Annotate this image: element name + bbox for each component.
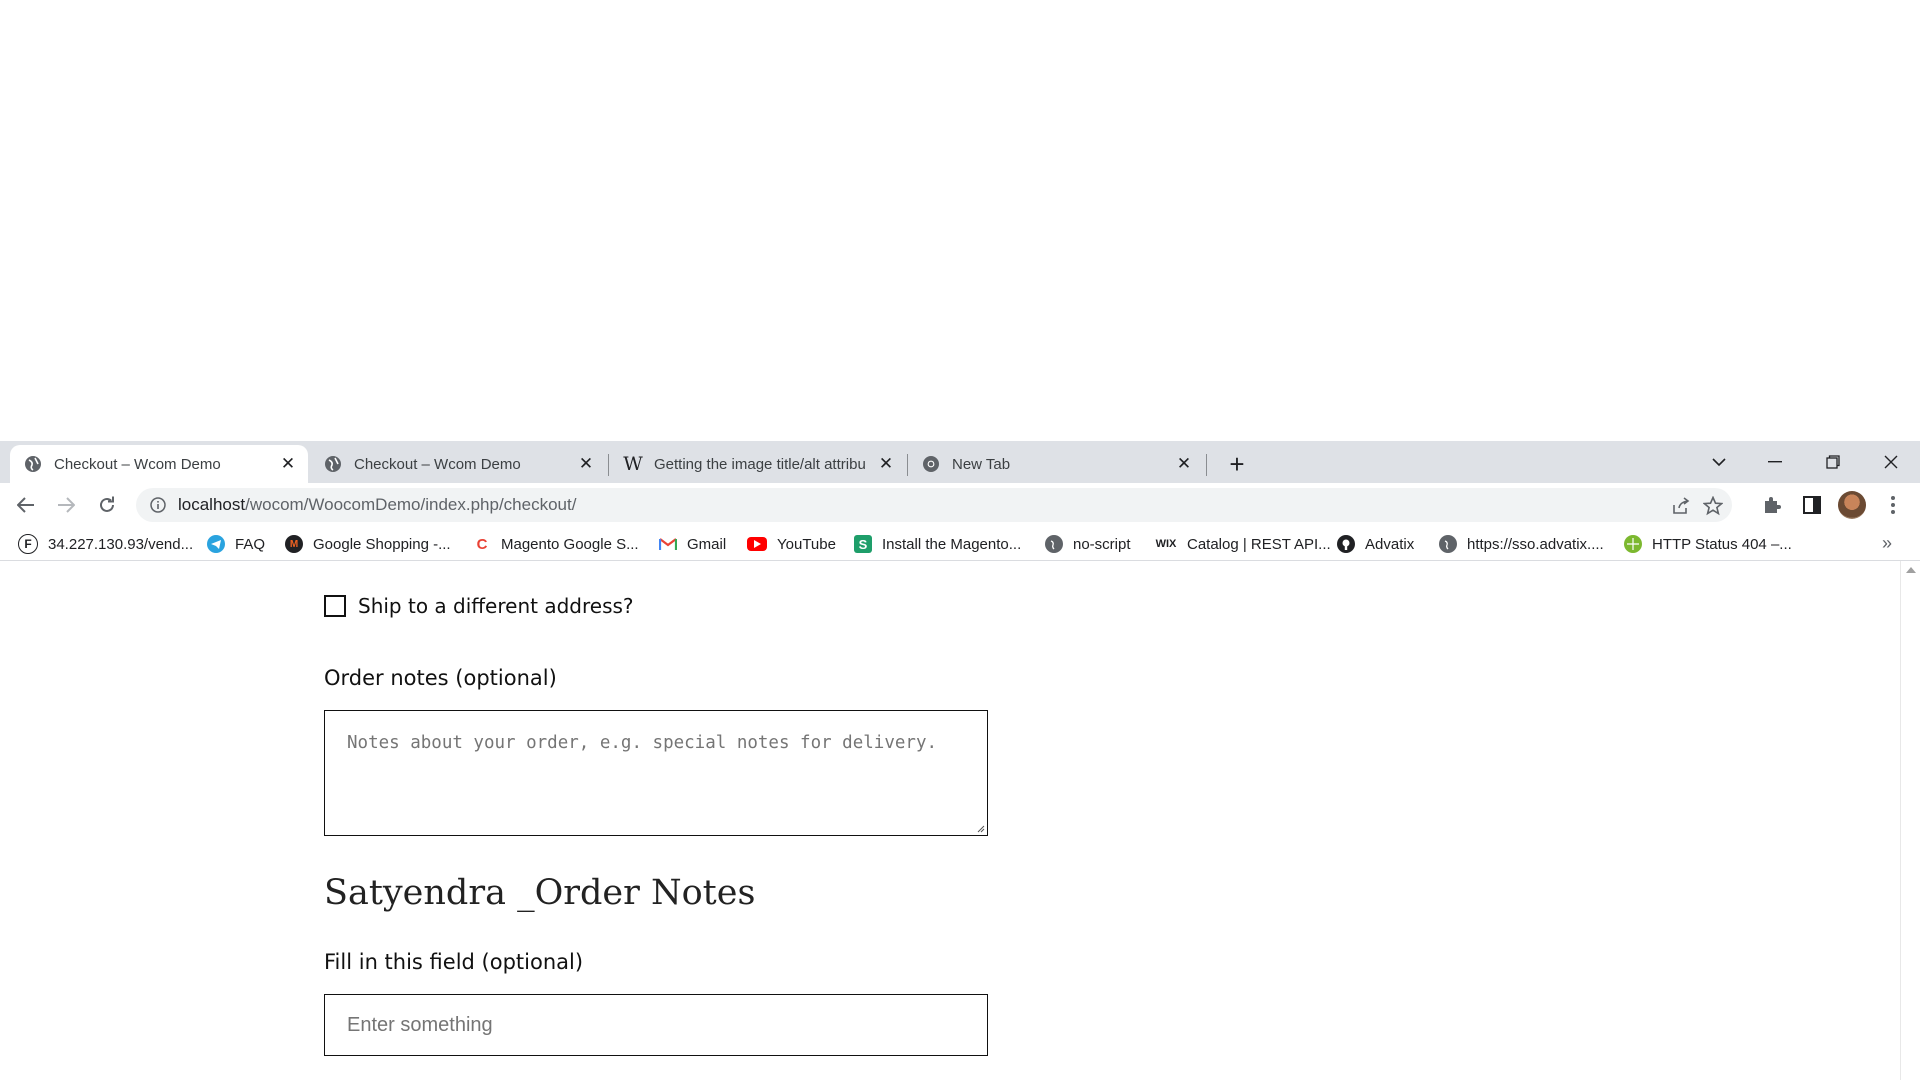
bookmark-label: Gmail: [687, 535, 727, 553]
section-title: Satyendra _Order Notes: [324, 873, 756, 913]
bookmark-label: YouTube: [777, 535, 836, 553]
tab-separator: [608, 454, 609, 476]
bookmark-label: Catalog | REST API...: [1187, 535, 1331, 553]
bookmark-label: Install the Magento...: [882, 535, 1022, 553]
wix-icon: WIX: [1155, 538, 1177, 550]
bookmark-item[interactable]: YouTube: [747, 533, 836, 555]
window-close-icon[interactable]: [1868, 441, 1914, 483]
bookmark-label: https://sso.advatix....: [1467, 535, 1604, 553]
bookmark-label: Magento Google S...: [501, 535, 639, 553]
url-text: localhost/wocom/WoocomDemo/index.php/che…: [178, 495, 576, 515]
restore-icon[interactable]: [1810, 441, 1856, 483]
tab-checkout-active[interactable]: Checkout – Wcom Demo ✕: [10, 445, 308, 483]
bookmark-item[interactable]: FAQ: [207, 533, 265, 555]
close-icon[interactable]: ✕: [278, 454, 298, 474]
custom-field-input[interactable]: Enter something: [324, 994, 988, 1056]
order-notes-textarea[interactable]: Notes about your order, e.g. special not…: [324, 710, 988, 836]
scroll-up-arrow-icon[interactable]: [1906, 567, 1916, 573]
c-logo-icon: C: [473, 535, 491, 553]
globe-icon: [324, 455, 342, 473]
address-bar[interactable]: localhost/wocom/WoocomDemo/index.php/che…: [136, 488, 1732, 522]
extensions-puzzle-icon[interactable]: [1759, 492, 1785, 518]
chrome-icon: [922, 455, 940, 473]
bookmark-item[interactable]: WIX Catalog | REST API...: [1155, 533, 1331, 555]
globe-icon: [1439, 535, 1457, 553]
bookmark-item[interactable]: https://sso.advatix....: [1439, 533, 1604, 555]
site-info-icon[interactable]: [148, 495, 168, 515]
resize-handle-icon[interactable]: [975, 823, 985, 833]
ship-different-address-label[interactable]: Ship to a different address?: [358, 594, 634, 618]
bookmark-label: Advatix: [1365, 535, 1415, 553]
page-scrollbar[interactable]: [1900, 561, 1920, 1080]
tab-strip: Checkout – Wcom Demo ✕ Checkout – Wcom D…: [0, 441, 1920, 483]
close-icon[interactable]: ✕: [876, 454, 896, 474]
new-tab-plus-icon[interactable]: +: [1222, 449, 1252, 479]
magento-icon: M: [285, 535, 303, 553]
bookmark-item[interactable]: Advatix: [1337, 533, 1414, 555]
tab-title: Checkout – Wcom Demo: [54, 455, 221, 473]
bookmark-label: no-script: [1073, 535, 1131, 553]
tab-image-title[interactable]: W Getting the image title/alt attribu ✕: [610, 445, 906, 483]
tab-search-chevron-icon[interactable]: [1696, 441, 1742, 483]
github-icon: [1337, 535, 1355, 553]
tab-separator: [1206, 454, 1207, 476]
side-panel-icon[interactable]: [1799, 492, 1825, 518]
bookmark-label: 34.227.130.93/vend...: [48, 535, 194, 553]
custom-field-placeholder: Enter something: [347, 1013, 493, 1036]
url-path: /wocom/WoocomDemo/index.php/checkout/: [245, 495, 577, 514]
url-host: localhost: [178, 495, 246, 514]
order-notes-label: Order notes (optional): [324, 666, 557, 690]
globe-icon: [1045, 535, 1063, 553]
wikipedia-icon: W: [623, 453, 643, 475]
tab-title: New Tab: [952, 455, 1011, 473]
bookmark-label: Google Shopping -...: [313, 535, 451, 553]
star-bookmark-icon[interactable]: [1702, 495, 1724, 517]
bookmark-item[interactable]: Gmail: [659, 533, 726, 555]
tab-new-tab[interactable]: New Tab ✕: [908, 445, 1204, 483]
kebab-menu-icon[interactable]: [1880, 492, 1906, 518]
ship-different-address-checkbox[interactable]: [324, 595, 346, 617]
gmail-icon: [659, 535, 677, 553]
tab-title: Checkout – Wcom Demo: [354, 455, 521, 473]
bookmark-item[interactable]: M Google Shopping -...: [285, 533, 451, 555]
back-arrow-icon[interactable]: [10, 489, 42, 521]
globe-icon: [24, 455, 42, 473]
bookmark-label: FAQ: [235, 535, 266, 553]
reload-icon[interactable]: [91, 489, 123, 521]
bookmark-item[interactable]: S Install the Magento...: [854, 533, 1021, 555]
browser-toolbar: localhost/wocom/WoocomDemo/index.php/che…: [0, 483, 1920, 527]
f-icon: F: [18, 534, 38, 554]
more-bookmarks-icon[interactable]: »: [1882, 533, 1892, 554]
bookmark-item[interactable]: C Magento Google S...: [473, 533, 639, 555]
order-notes-placeholder: Notes about your order, e.g. special not…: [347, 733, 938, 753]
bookmark-item[interactable]: F 34.227.130.93/vend...: [18, 533, 193, 555]
forward-arrow-icon[interactable]: [50, 489, 82, 521]
custom-field-label: Fill in this field (optional): [324, 950, 584, 974]
telegram-icon: [207, 535, 225, 553]
ship-different-address: Ship to a different address?: [324, 594, 634, 618]
tab-checkout[interactable]: Checkout – Wcom Demo ✕: [310, 445, 606, 483]
tab-title: Getting the image title/alt attribu: [654, 455, 866, 473]
s-icon: S: [854, 535, 872, 553]
bookmark-item[interactable]: no-script: [1045, 533, 1131, 555]
minimize-icon[interactable]: [1752, 441, 1798, 483]
profile-avatar[interactable]: [1838, 491, 1866, 519]
green-globe-icon: [1624, 535, 1642, 553]
close-icon[interactable]: ✕: [576, 454, 596, 474]
bookmark-label: HTTP Status 404 –...: [1652, 535, 1792, 553]
bookmark-item[interactable]: HTTP Status 404 –...: [1624, 533, 1792, 555]
bookmarks-bar: F 34.227.130.93/vend... FAQ M Google Sho…: [0, 527, 1920, 561]
close-icon[interactable]: ✕: [1174, 454, 1194, 474]
share-icon[interactable]: [1670, 495, 1692, 517]
youtube-icon: [747, 537, 767, 551]
blank-area: [0, 0, 1920, 441]
